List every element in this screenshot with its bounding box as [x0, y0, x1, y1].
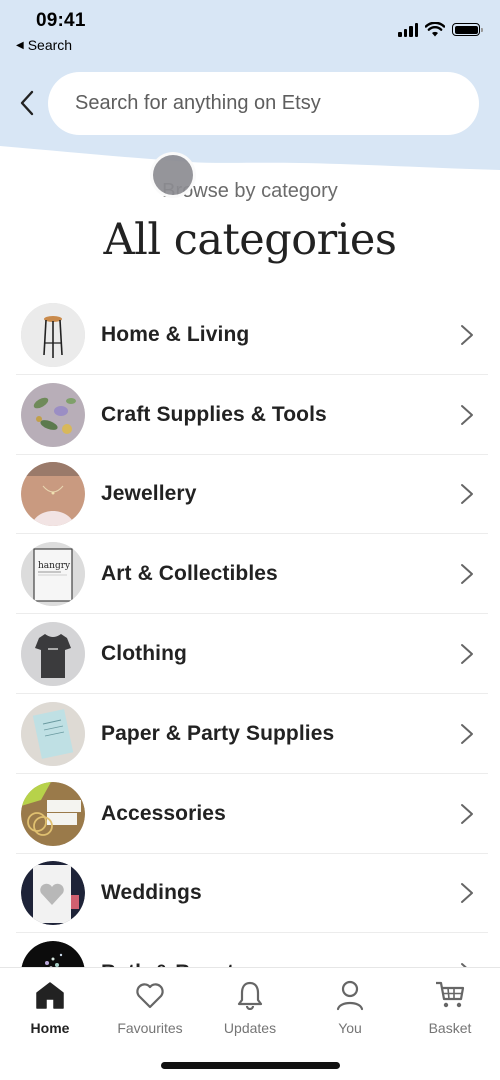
back-app-label: Search	[27, 37, 73, 53]
nav-tab-basket[interactable]: Basket	[400, 978, 500, 1036]
category-label: Art & Collectibles	[101, 562, 278, 586]
botanical-prints-thumbnail	[21, 382, 85, 447]
grey-tshirt-thumbnail	[21, 622, 85, 687]
category-label: Jewellery	[101, 482, 197, 506]
nav-label: Basket	[428, 1020, 472, 1036]
page-title: All categories	[103, 215, 397, 265]
category-label: Home & Living	[101, 322, 250, 346]
nav-label: Updates	[223, 1020, 277, 1036]
category-item-accessories[interactable]: Accessories	[0, 774, 500, 854]
category-label: Weddings	[101, 881, 202, 905]
chevron-right-icon	[461, 564, 473, 585]
chevron-right-icon	[461, 404, 473, 425]
category-label: Craft Supplies & Tools	[101, 402, 327, 426]
browse-subheading: Browse by category	[162, 180, 338, 202]
category-item-craft-supplies[interactable]: Craft Supplies & Tools	[0, 375, 500, 455]
category-item-clothing[interactable]: Clothing	[0, 614, 500, 694]
nav-tab-home[interactable]: Home	[0, 978, 100, 1036]
status-time: 09:41	[36, 10, 86, 31]
wedding-tags-thumbnail	[21, 781, 85, 846]
svg-text:hangry: hangry	[38, 561, 71, 571]
chevron-right-icon	[461, 883, 473, 904]
category-item-paper-party[interactable]: Paper & Party Supplies	[0, 694, 500, 774]
bell-icon	[237, 981, 263, 1010]
papercut-heart-thumbnail	[21, 861, 85, 926]
nav-label: Home	[30, 1020, 70, 1036]
home-icon	[36, 982, 64, 1009]
category-item-weddings[interactable]: Weddings	[0, 854, 500, 934]
invitation-card-thumbnail	[21, 701, 85, 766]
category-label: Clothing	[101, 642, 187, 666]
battery-icon	[452, 23, 483, 36]
back-button[interactable]	[12, 86, 42, 120]
wifi-icon	[425, 22, 445, 37]
chevron-left-icon	[20, 90, 34, 116]
category-item-home-living[interactable]: Home & Living	[0, 295, 500, 375]
chevron-right-icon	[461, 324, 473, 345]
search-bar[interactable]	[48, 72, 479, 135]
user-icon	[336, 980, 364, 1011]
search-input[interactable]	[75, 92, 455, 115]
back-triangle-icon: ◀	[16, 39, 24, 51]
home-indicator	[161, 1062, 340, 1069]
chevron-right-icon	[461, 803, 473, 824]
cart-icon	[436, 981, 465, 1008]
heart-icon	[136, 983, 164, 1009]
necklace-model-thumbnail	[21, 462, 85, 527]
status-icons	[398, 22, 483, 37]
chevron-right-icon	[461, 723, 473, 744]
category-label: Accessories	[101, 801, 226, 825]
category-label: Paper & Party Supplies	[101, 721, 335, 745]
nav-tab-updates[interactable]: Updates	[200, 978, 300, 1036]
chevron-right-icon	[461, 484, 473, 505]
cellular-signal-icon	[398, 22, 418, 37]
nav-tab-favourites[interactable]: Favourites	[100, 978, 200, 1036]
back-to-app-link[interactable]: ◀ Search	[16, 37, 72, 53]
nav-label: You	[338, 1020, 362, 1036]
nav-tab-you[interactable]: You	[300, 978, 400, 1036]
category-list: Home & Living Craft Supplies & Tools Jew…	[0, 295, 500, 1013]
bar-stool-thumbnail	[21, 302, 85, 367]
hangry-print-thumbnail: hangry	[21, 542, 85, 607]
chevron-right-icon	[461, 644, 473, 665]
category-item-jewellery[interactable]: Jewellery	[0, 455, 500, 535]
touch-indicator	[150, 152, 196, 198]
status-bar: 09:41 ◀ Search	[0, 0, 500, 60]
category-item-art-collectibles[interactable]: hangry Art & Collectibles	[0, 534, 500, 614]
nav-label: Favourites	[117, 1020, 183, 1036]
